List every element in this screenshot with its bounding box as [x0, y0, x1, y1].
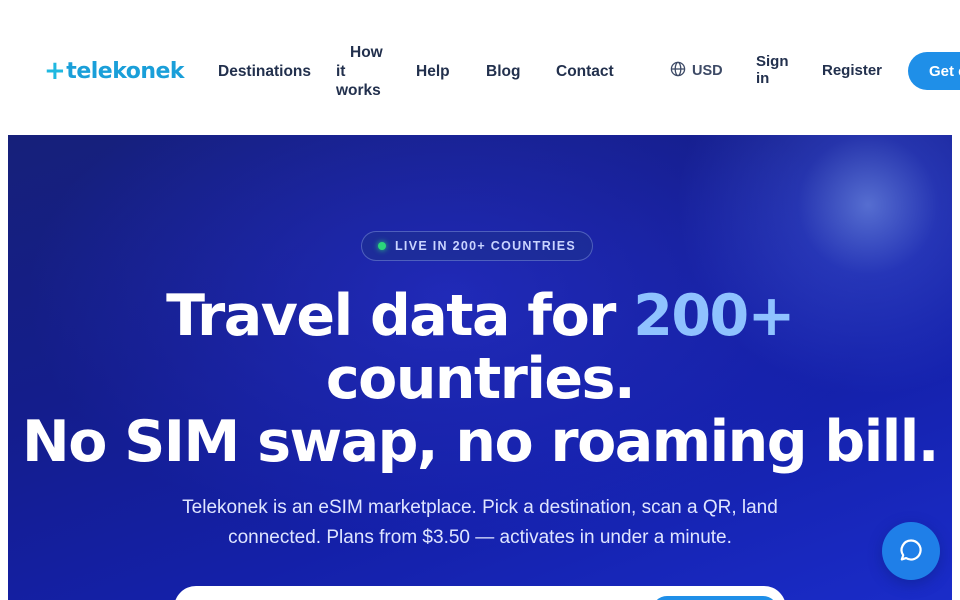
site-header: + telekonek Destinations How it works He… [0, 0, 960, 134]
live-countries-badge: LIVE IN 200+ COUNTRIES [361, 231, 594, 261]
sign-in-link[interactable]: Sign in [756, 53, 800, 87]
chat-button[interactable] [882, 522, 940, 580]
headline-line1: Travel data for 200+ [8, 285, 952, 348]
hero-headline: Travel data for 200+ countries. No SIM s… [8, 285, 952, 474]
chat-bubble-icon [898, 537, 924, 566]
get-esim-button[interactable]: Get e [908, 52, 960, 90]
nav-how-line1: How [350, 44, 383, 61]
hero-subtitle: Telekonek is an eSIM marketplace. Pick a… [182, 497, 778, 548]
nav-blog[interactable]: Blog [486, 62, 520, 81]
badge-label: LIVE IN 200+ COUNTRIES [395, 239, 577, 253]
nav-how-line3: works [336, 82, 381, 99]
currency-selector[interactable]: USD [670, 61, 723, 81]
headline-part1: Travel data for [166, 283, 634, 349]
globe-icon [670, 61, 686, 81]
logo-plus-icon: + [44, 56, 66, 86]
nav-contact[interactable]: Contact [556, 62, 614, 81]
nav-destinations[interactable]: Destinations [218, 62, 311, 81]
logo-text: telekonek [66, 58, 185, 84]
hero-section: LIVE IN 200+ COUNTRIES Travel data for 2… [8, 135, 952, 600]
currency-label: USD [692, 63, 723, 79]
live-dot-icon [378, 242, 386, 250]
headline-line3: No SIM swap, no roaming bill. [22, 409, 939, 475]
nav-how-it-works[interactable]: How it works [336, 43, 388, 100]
sign-in-line2: in [756, 70, 770, 87]
nav-help[interactable]: Help [416, 62, 450, 81]
headline-line2: countries. [325, 346, 636, 412]
brand-logo[interactable]: + telekonek [44, 56, 185, 86]
sign-in-line1: Sign [756, 53, 789, 70]
register-link[interactable]: Register [822, 62, 882, 79]
nav-how-line2: it [336, 63, 346, 80]
headline-accent: 200+ [633, 283, 795, 349]
search-button[interactable] [652, 596, 778, 600]
